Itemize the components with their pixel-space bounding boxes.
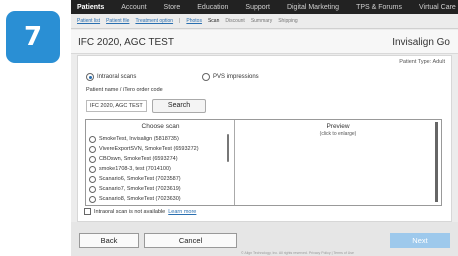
scan-radio[interactable] [89,135,96,143]
scan-radio[interactable] [89,185,96,193]
scan-radio[interactable] [89,155,96,163]
scan-name: Scanario6, SmokeTest (7023587) [99,176,181,182]
scan-unavailable-label: Intraoral scan is not available [94,208,166,215]
scan-radio[interactable] [89,195,96,203]
learn-more-link[interactable]: Learn more [168,209,196,215]
scan-radio[interactable] [89,145,96,153]
scan-name: VivereExportSVN, SmokeTest (6593272) [99,146,199,152]
copyright-text: © Align Technology, Inc. All rights rese… [241,251,355,255]
scan-list-item[interactable]: Scanario6, SmokeTest (7023587) [89,174,229,184]
preview-scrollbar[interactable] [435,122,438,202]
scan-unavailable-checkbox[interactable] [84,208,91,215]
pvs-impressions-label[interactable]: PVS impressions [213,74,259,80]
breadcrumb-patient-list[interactable]: Patient list [77,18,100,24]
top-navigation-bar: Patients Account Store Education Support… [71,0,458,14]
nav-item-virtual-care[interactable]: Virtual Care [419,4,456,11]
screenshot-stage: 7 Patients Account Store Education Suppo… [0,0,458,256]
cancel-button[interactable]: Cancel [144,233,237,248]
scan-name: Scanario7, SmokeTest (7023619) [99,186,181,192]
breadcrumb-discount: Discount [225,18,245,24]
scan-list-item[interactable]: smoke1708-3, test (7014100) [89,164,229,174]
nav-item-education[interactable]: Education [197,4,228,11]
back-button[interactable]: Back [79,233,139,248]
product-name: Invisalign Go [392,37,450,48]
nav-item-tps-forums[interactable]: TPS & Forums [356,4,402,11]
footer-actions: Back Cancel Next © Align Technology, Inc… [71,222,458,256]
nav-item-store[interactable]: Store [164,4,181,11]
breadcrumb-separator: | [179,18,181,24]
choose-scan-column: Choose scan SmokeTest, Invisalign (58187… [86,120,235,205]
scan-list-item[interactable]: SmokeTest, Invisalign (5818735) [89,134,229,144]
nav-item-patients[interactable]: Patients [77,4,104,11]
scan-name: SmokeTest, Invisalign (5818735) [99,136,179,142]
nav-item-digital-marketing[interactable]: Digital Marketing [287,4,339,11]
patient-type-label: Patient Type: Adult [399,59,445,65]
page-header: IFC 2020, AGC TEST Invisalign Go [71,30,458,54]
nav-item-support[interactable]: Support [245,4,270,11]
pvs-impressions-radio[interactable] [202,73,210,81]
patient-order-input[interactable] [86,100,147,112]
patient-order-field-label: Patient name / iTero order code [86,87,163,93]
scan-name: CBOswn, SmokeTest (6593274) [99,156,178,162]
step-number-badge: 7 [6,11,60,63]
app-window: Patients Account Store Education Support… [71,0,458,256]
scan-selection-panel: Patient Type: Adult Intraoral scans PVS … [77,55,452,222]
search-button[interactable]: Search [152,99,206,113]
scan-list: SmokeTest, Invisalign (5818735) VivereEx… [89,134,229,204]
page-title: IFC 2020, AGC TEST [78,37,174,48]
intraoral-scans-label[interactable]: Intraoral scans [97,74,136,80]
preview-hint: (click to enlarge) [319,131,357,137]
scan-list-item[interactable]: CBOswn, SmokeTest (6593274) [89,154,229,164]
breadcrumb-treatment-option[interactable]: Treatment option [135,18,173,24]
next-button[interactable]: Next [390,233,450,248]
scan-name: smoke1708-3, test (7014100) [99,166,171,172]
breadcrumb-shipping: Shipping [278,18,298,24]
scan-list-item[interactable]: VivereExportSVN, SmokeTest (6593272) [89,144,229,154]
scan-radio[interactable] [89,165,96,173]
preview-title: Preview [326,123,350,130]
scan-chooser: Choose scan SmokeTest, Invisalign (58187… [85,119,442,206]
scan-unavailable-row: Intraoral scan is not available Learn mo… [84,208,196,215]
nav-item-account[interactable]: Account [121,4,146,11]
choose-scan-title: Choose scan [141,123,180,130]
breadcrumb-patient-file[interactable]: Patient file [106,18,129,24]
scan-list-scrollbar[interactable] [227,134,229,162]
scan-radio[interactable] [89,175,96,183]
preview-column[interactable]: Preview (click to enlarge) [236,120,440,205]
breadcrumb-photos[interactable]: Photos [186,18,202,24]
scan-list-item[interactable]: Scanario7, SmokeTest (7023619) [89,184,229,194]
scan-name: Scanario8, SmokeTest (7023630) [99,196,181,202]
breadcrumb: Patient list Patient file Treatment opti… [71,14,458,29]
scan-list-item[interactable]: Scanario8, SmokeTest (7023630) [89,194,229,204]
breadcrumb-summary: Summary [250,18,273,24]
breadcrumb-scan: Scan [207,18,220,24]
intraoral-scans-radio[interactable] [86,73,94,81]
